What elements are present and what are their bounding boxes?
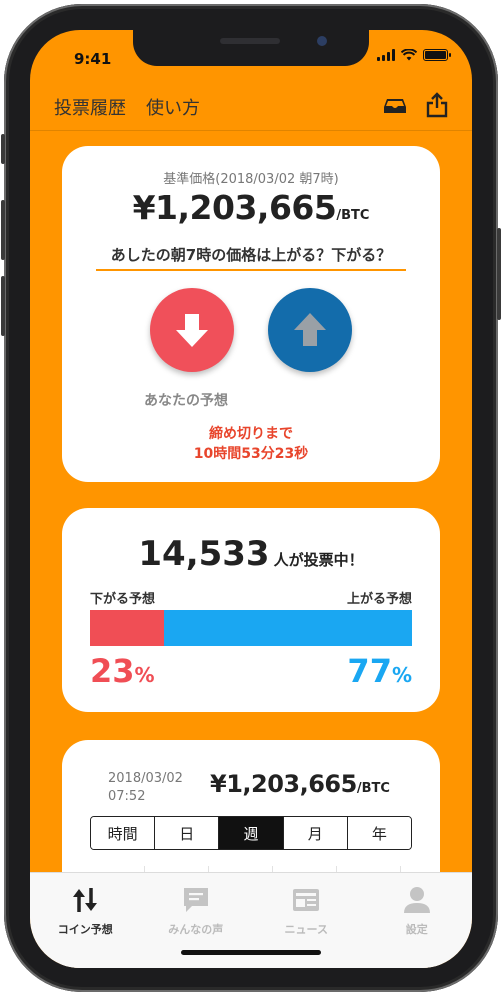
app-header: 投票履歴 使い方: [30, 88, 472, 128]
down-percent: 23%: [90, 652, 155, 690]
stats-card: 14,533 人が投票中！ 下がる予想 上がる予想 23% 77%: [62, 508, 440, 712]
tab-settings[interactable]: 設定: [362, 873, 473, 968]
base-price: ¥1,203,665/BTC: [62, 188, 440, 227]
tab-coin-prediction[interactable]: コイン予想: [30, 873, 141, 968]
vote-down-button[interactable]: [150, 288, 234, 372]
base-price-label: 基準価格(2018/03/02 朝7時): [163, 172, 339, 187]
inbox-icon[interactable]: [382, 92, 408, 118]
ratio-bar-up: [164, 610, 412, 646]
prediction-question: あしたの朝7時の価格は上がる？下がる？: [96, 244, 406, 271]
deadline-time: 10時間53分23秒: [193, 446, 309, 462]
range-tab-hour[interactable]: 時間: [91, 817, 156, 849]
tab-label: ニュース: [284, 923, 328, 936]
notch: [133, 30, 369, 66]
range-tabs: 時間 日 週 月 年: [90, 816, 412, 850]
chart-date: 2018/03/02: [108, 771, 183, 786]
header-divider: [30, 130, 472, 131]
chat-bubble-icon: [183, 888, 208, 912]
chart-time: 07:52: [108, 789, 146, 804]
status-icons: [377, 49, 451, 61]
range-tab-week[interactable]: 週: [219, 817, 284, 849]
voters-summary: 14,533 人が投票中！: [62, 534, 440, 574]
vote-up-button[interactable]: [268, 288, 352, 372]
mute-switch: [1, 134, 5, 164]
down-prediction-label: 下がる予想: [90, 592, 156, 607]
power-button: [497, 228, 501, 320]
volume-down-button: [1, 276, 5, 336]
voters-text: 人が投票中！: [273, 551, 364, 569]
voters-count: 14,533: [138, 534, 270, 574]
up-prediction-label: 上がる予想: [346, 592, 412, 607]
tab-label: 設定: [405, 923, 428, 936]
newspaper-icon: [293, 889, 320, 911]
your-prediction-label: あなたの予想: [144, 393, 228, 409]
battery-icon: [423, 49, 451, 61]
chart-price-unit: /BTC: [356, 781, 390, 796]
deadline-countdown: 締め切りまで 10時間53分23秒: [62, 424, 440, 464]
up-down-arrows-icon: [73, 888, 98, 912]
deadline-label: 締め切りまで: [209, 426, 293, 442]
volume-up-button: [1, 200, 5, 260]
prediction-card: 基準価格(2018/03/02 朝7時) ¥1,203,665/BTC あしたの…: [62, 146, 440, 482]
arrow-down-icon: [176, 314, 208, 347]
tab-label: コイン予想: [57, 923, 113, 936]
howto-link[interactable]: 使い方: [146, 94, 200, 120]
chart-price: ¥1,203,665/BTC: [210, 770, 390, 798]
chart-timestamp: 2018/03/02 07:52: [108, 770, 183, 806]
range-tab-month[interactable]: 月: [283, 817, 348, 849]
down-percent-symbol: %: [134, 663, 155, 687]
up-percent-symbol: %: [391, 663, 412, 687]
range-tab-year[interactable]: 年: [347, 817, 411, 849]
wifi-icon: [401, 49, 417, 61]
app-screen: 9:41 投票履歴 使い方 基準価格(2018/03/02 朝7時) ¥1,20…: [30, 30, 472, 968]
tab-label: みんなの声: [168, 923, 224, 936]
status-time: 9:41: [74, 50, 112, 68]
arrow-up-icon: [294, 313, 326, 346]
history-link[interactable]: 投票履歴: [54, 94, 126, 120]
signal-icon: [377, 49, 395, 61]
chart-price-value: ¥1,203,665: [210, 770, 357, 798]
up-percent: 77%: [347, 652, 412, 690]
base-price-unit: /BTC: [336, 208, 370, 223]
range-tab-day[interactable]: 日: [155, 817, 220, 849]
down-percent-value: 23: [90, 652, 135, 690]
ratio-bar-down: [90, 610, 165, 646]
person-icon: [403, 887, 430, 913]
ratio-bar: [90, 610, 412, 646]
home-indicator: [181, 950, 321, 955]
up-percent-value: 77: [347, 652, 392, 690]
share-icon[interactable]: [424, 92, 450, 118]
base-price-value: ¥1,203,665: [132, 188, 337, 227]
